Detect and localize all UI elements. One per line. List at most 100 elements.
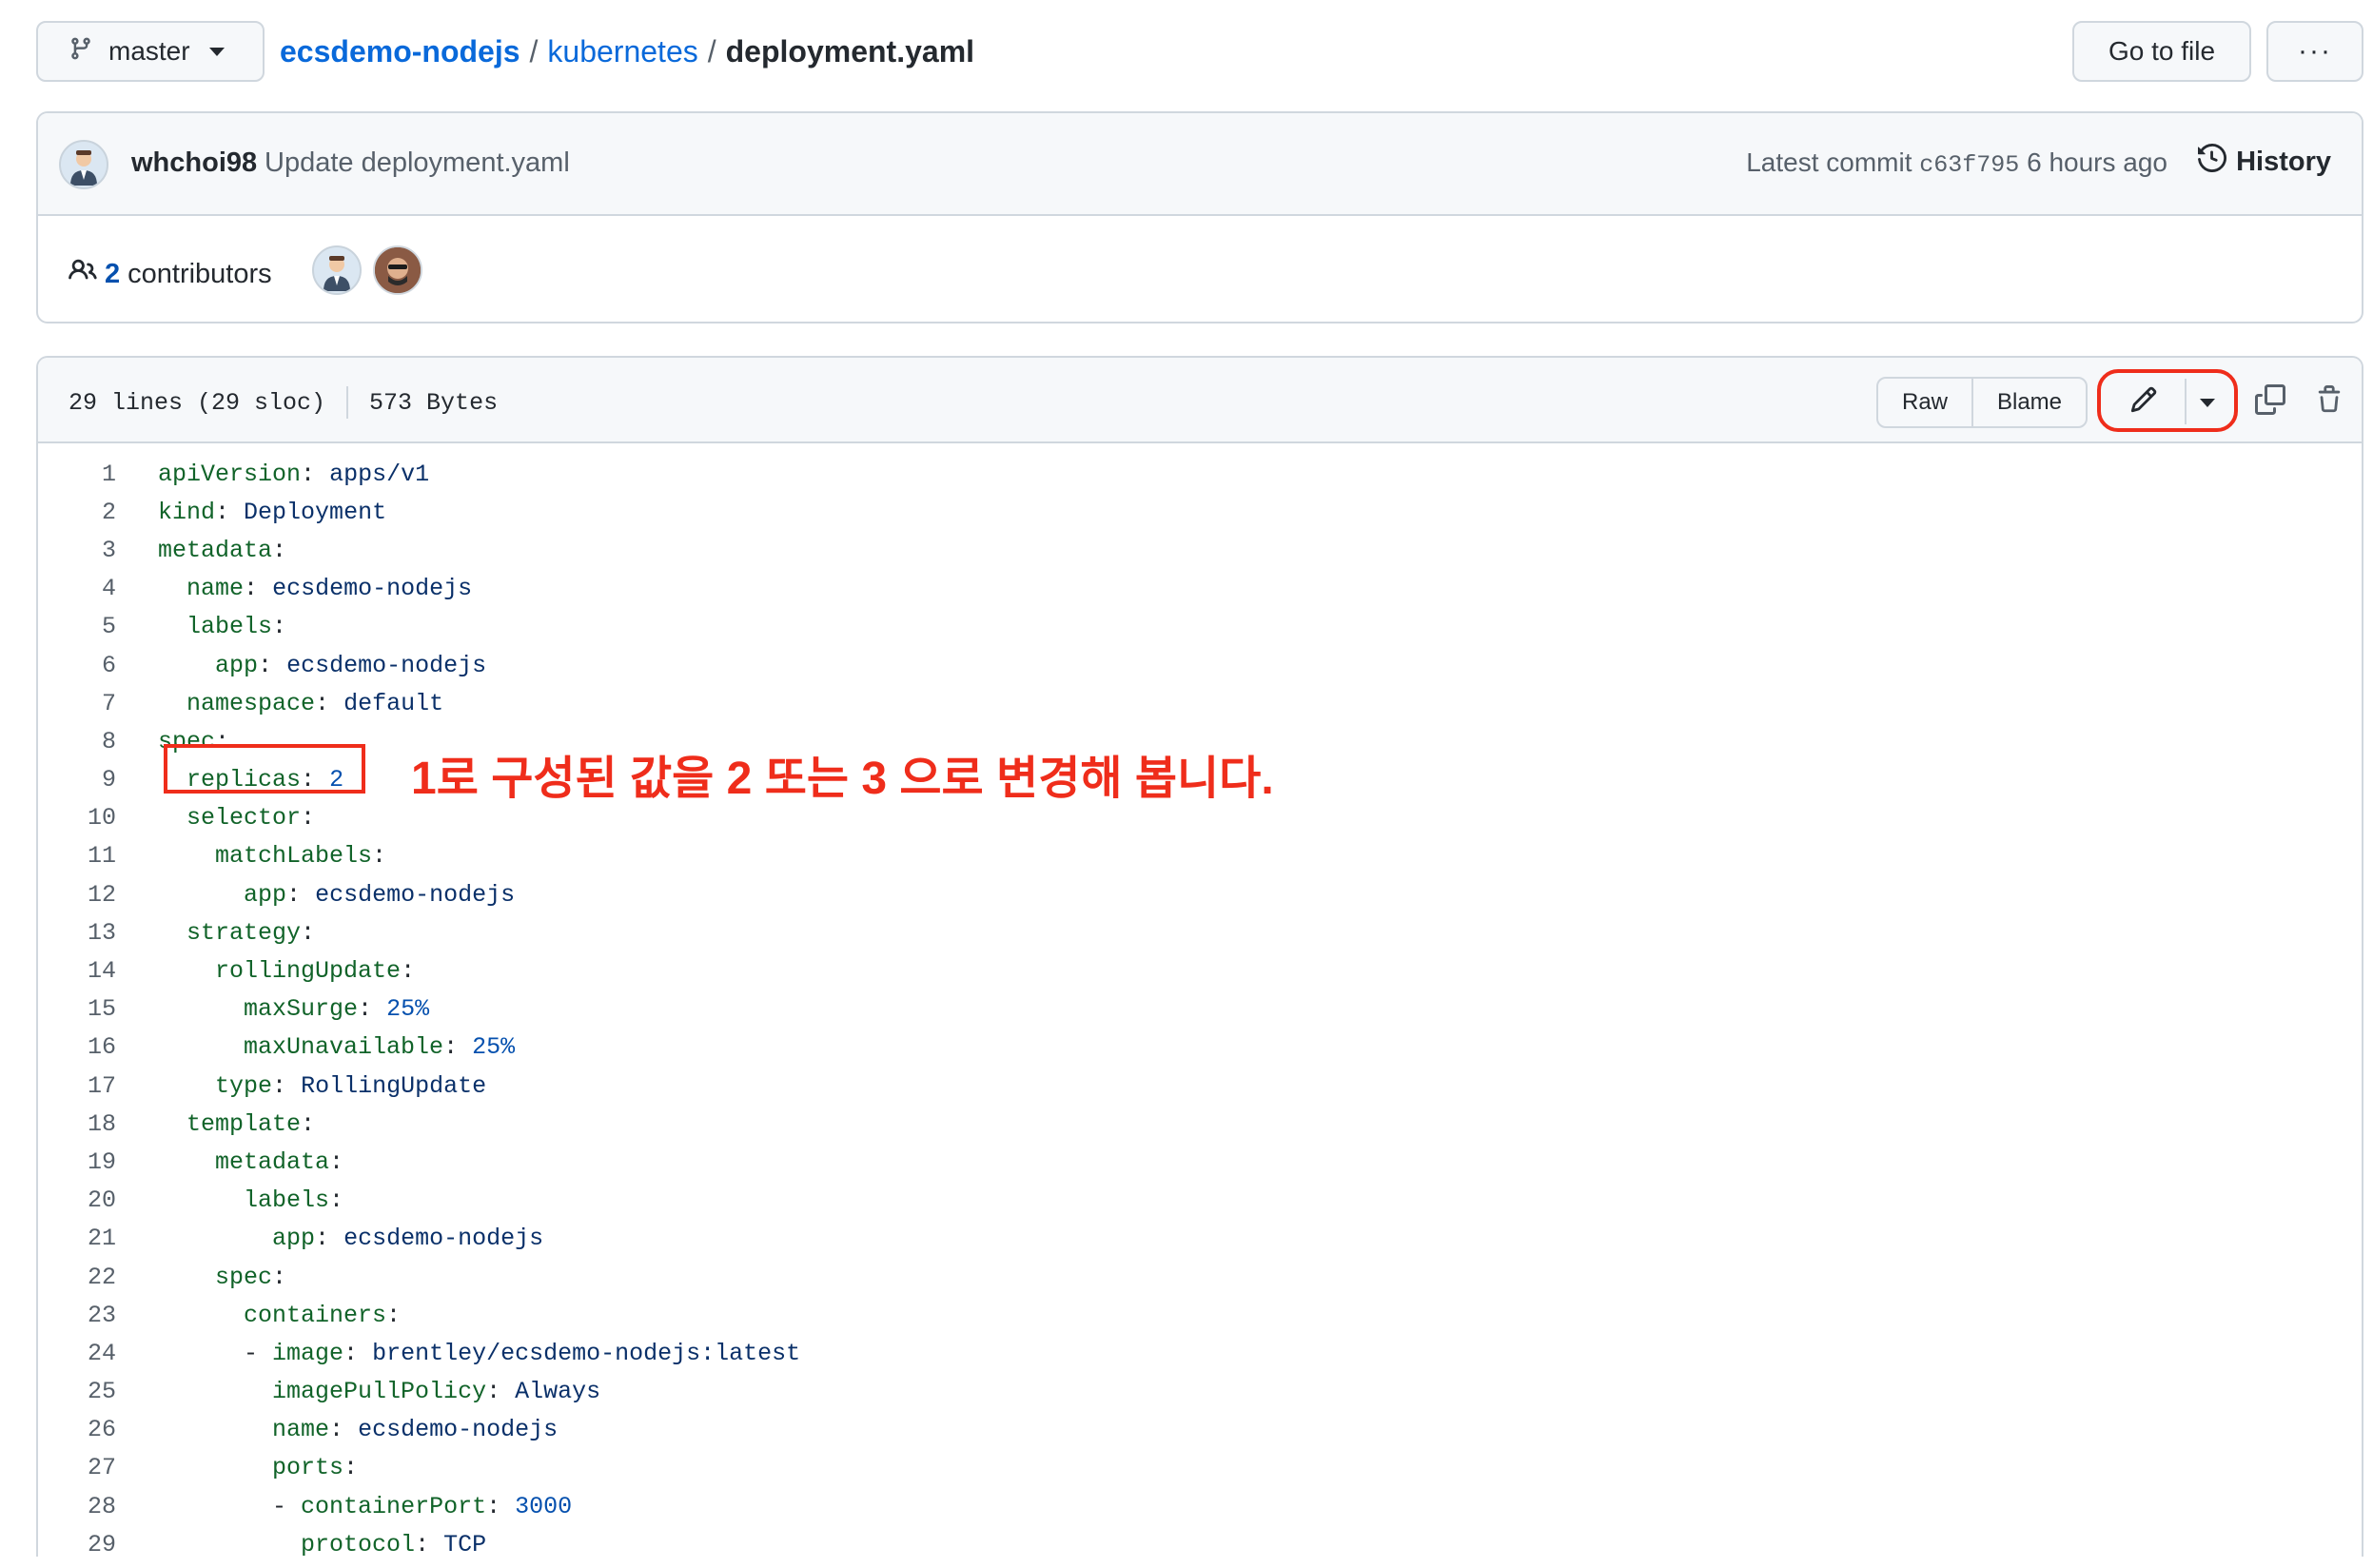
history-label: History — [2236, 146, 2331, 177]
line-number[interactable]: 3 — [38, 537, 116, 564]
line-number[interactable]: 23 — [38, 1302, 116, 1329]
line-number[interactable]: 6 — [38, 652, 116, 679]
yaml-value: apps/v1 — [329, 460, 430, 488]
line-number[interactable]: 21 — [38, 1225, 116, 1252]
avatar[interactable] — [373, 245, 422, 295]
line-number[interactable]: 25 — [38, 1378, 116, 1405]
delete-file-button[interactable] — [2303, 377, 2356, 428]
line-number[interactable]: 19 — [38, 1148, 116, 1176]
copy-raw-button[interactable] — [2244, 377, 2297, 428]
yaml-value: 25% — [472, 1033, 516, 1062]
yaml-value: ecsdemo-nodejs — [286, 651, 487, 679]
yaml-key: imagePullPolicy — [272, 1378, 487, 1406]
yaml-space — [429, 1531, 443, 1557]
code-line: 25 imagePullPolicy: Always — [38, 1373, 2362, 1411]
code-line: 28 - containerPort: 3000 — [38, 1487, 2362, 1525]
line-number[interactable]: 18 — [38, 1110, 116, 1138]
line-number[interactable]: 14 — [38, 957, 116, 985]
yaml-colon: : — [315, 1225, 330, 1253]
yaml-key: matchLabels — [215, 842, 373, 871]
line-number[interactable]: 11 — [38, 842, 116, 870]
line-content: protocol: TCP — [158, 1531, 486, 1557]
yaml-key: app — [272, 1225, 316, 1253]
line-number[interactable]: 20 — [38, 1186, 116, 1214]
line-content: apiVersion: apps/v1 — [158, 461, 429, 488]
commit-sha-link[interactable]: c63f795 — [1919, 151, 2019, 179]
code-line: 7 namespace: default — [38, 684, 2362, 722]
line-number[interactable]: 4 — [38, 575, 116, 602]
yaml-key: containerPort — [301, 1492, 487, 1520]
line-number[interactable]: 24 — [38, 1340, 116, 1367]
line-number[interactable]: 5 — [38, 613, 116, 640]
yaml-key: app — [215, 651, 259, 679]
line-number[interactable]: 29 — [38, 1531, 116, 1557]
line-content: type: RollingUpdate — [158, 1072, 486, 1100]
line-number[interactable]: 22 — [38, 1264, 116, 1291]
line-number[interactable]: 8 — [38, 728, 116, 755]
yaml-key: name — [272, 1416, 330, 1444]
line-content: metadata: — [158, 1148, 343, 1176]
yaml-value: ecsdemo-nodejs — [358, 1416, 559, 1444]
go-to-file-button[interactable]: Go to file — [2072, 21, 2251, 82]
yaml-colon: : — [386, 1301, 402, 1329]
line-number[interactable]: 7 — [38, 690, 116, 717]
replicas-highlight-box — [164, 744, 365, 794]
raw-button[interactable]: Raw — [1876, 377, 1973, 428]
line-number[interactable]: 10 — [38, 804, 116, 832]
yaml-key: protocol — [301, 1530, 416, 1557]
file-viewer: 29 lines (29 sloc) 573 Bytes Raw Blame 1… — [36, 356, 2363, 1557]
history-link[interactable]: History — [2198, 143, 2331, 180]
latest-commit-label: Latest commit — [1746, 147, 1912, 177]
breadcrumb-repo-link[interactable]: ecsdemo-nodejs — [280, 34, 520, 69]
blame-button[interactable]: Blame — [1971, 377, 2088, 428]
code-line: 19 metadata: — [38, 1143, 2362, 1181]
contributors-link[interactable]: 2 contributors — [69, 256, 272, 292]
yaml-colon: : — [286, 880, 302, 909]
more-options-button[interactable]: ··· — [2266, 21, 2363, 82]
yaml-key: selector — [186, 804, 302, 833]
commit-message-link[interactable]: Update deployment.yaml — [265, 147, 570, 179]
yaml-value: 25% — [386, 995, 430, 1024]
line-content: labels: — [158, 1186, 343, 1214]
yaml-key: maxSurge — [244, 995, 359, 1024]
line-content: matchLabels: — [158, 842, 386, 870]
line-number[interactable]: 2 — [38, 499, 116, 526]
file-header: 29 lines (29 sloc) 573 Bytes Raw Blame — [38, 358, 2362, 443]
line-number[interactable]: 16 — [38, 1033, 116, 1061]
line-number[interactable]: 9 — [38, 766, 116, 794]
yaml-space — [343, 1416, 358, 1443]
line-number[interactable]: 1 — [38, 461, 116, 488]
line-number[interactable]: 15 — [38, 995, 116, 1023]
avatar[interactable] — [59, 140, 108, 189]
code-line: 14 rollingUpdate: — [38, 951, 2362, 990]
yaml-key: namespace — [186, 689, 316, 717]
branch-selector-button[interactable]: master — [36, 21, 265, 82]
line-content: name: ecsdemo-nodejs — [158, 575, 472, 602]
line-number[interactable]: 13 — [38, 919, 116, 947]
line-number[interactable]: 26 — [38, 1416, 116, 1443]
history-clock-icon — [2198, 143, 2227, 180]
yaml-key: template — [186, 1109, 302, 1138]
line-number[interactable]: 28 — [38, 1493, 116, 1520]
commit-author-link[interactable]: whchoi98 — [131, 147, 257, 179]
yaml-colon: : — [486, 1492, 501, 1520]
yaml-colon: : — [372, 842, 387, 871]
breadcrumb-folder-link[interactable]: kubernetes — [547, 34, 697, 69]
avatar[interactable] — [312, 245, 362, 295]
line-number[interactable]: 17 — [38, 1072, 116, 1100]
line-number[interactable]: 12 — [38, 881, 116, 909]
commit-info-box: whchoi98 Update deployment.yaml Latest c… — [36, 111, 2363, 323]
yaml-colon: : — [401, 957, 416, 986]
line-number[interactable]: 27 — [38, 1454, 116, 1481]
yaml-key: containers — [244, 1301, 387, 1329]
code-line: 5 labels: — [38, 608, 2362, 646]
line-content: labels: — [158, 613, 286, 640]
